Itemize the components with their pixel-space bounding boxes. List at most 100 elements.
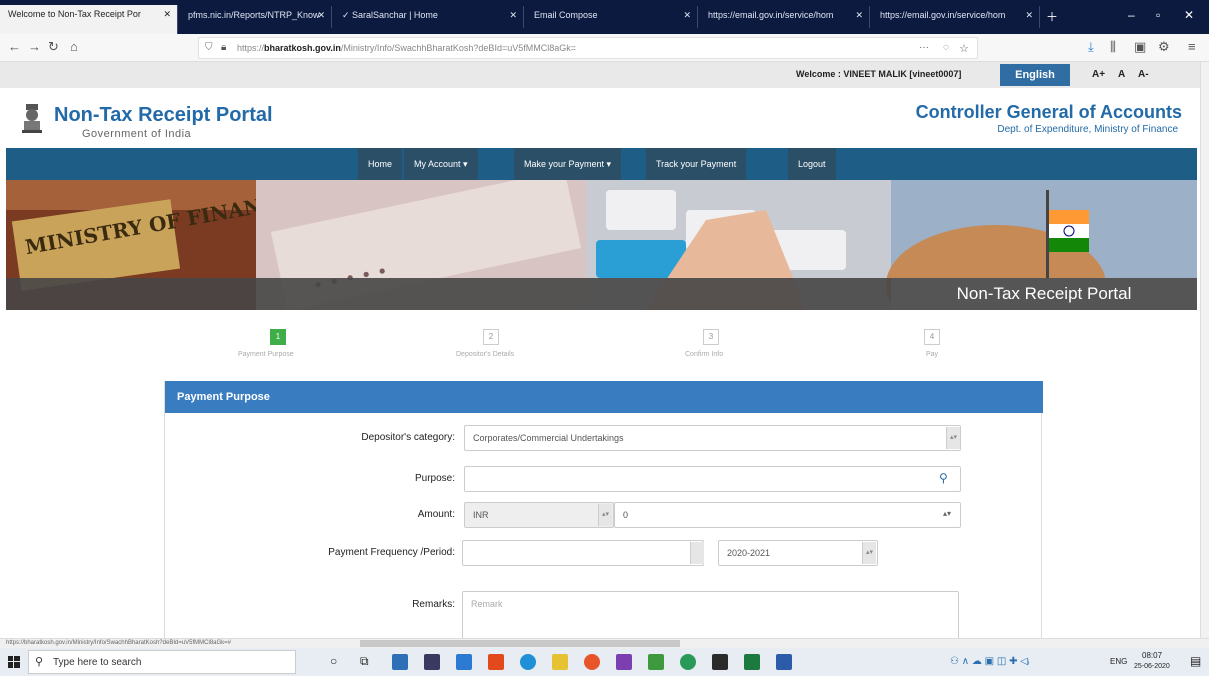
tab-email-2[interactable]: https://email.gov.in/service/hom ✕ — [872, 6, 1040, 28]
menu-track-payment[interactable]: Track your Payment — [646, 148, 747, 180]
extension-icon[interactable]: ⚙ — [1158, 39, 1170, 55]
horizontal-scrollbar[interactable] — [360, 640, 680, 647]
chrome-app-icon[interactable] — [680, 654, 696, 670]
explorer-app-icon[interactable] — [552, 654, 568, 670]
more-actions-icon[interactable]: ··· — [919, 42, 929, 53]
font-decrease-button[interactable]: A- — [1138, 69, 1149, 80]
step-2-label: Depositor's Details — [456, 351, 515, 358]
browser-nav-bar: ← → ↻ ⌂ ⛉ 🔒︎ https://bharatkosh.gov.in/M… — [0, 34, 1209, 62]
font-normal-button[interactable]: A — [1118, 69, 1125, 80]
step-4-icon: 4 — [924, 329, 940, 345]
word-app-icon[interactable] — [776, 654, 792, 670]
cga-subtitle: Dept. of Expenditure, Ministry of Financ… — [997, 124, 1178, 135]
menu-home[interactable]: Home — [358, 148, 403, 180]
font-increase-button[interactable]: A+ — [1092, 69, 1105, 80]
mail-app-icon[interactable] — [392, 654, 408, 670]
tray-icons[interactable]: ⚇ ∧ ☁ ▣ ◫ ✚ ◁ᵢ — [950, 656, 1030, 667]
close-icon[interactable]: ✕ — [163, 9, 171, 20]
library-icon[interactable]: ⫼ — [1110, 39, 1116, 55]
amount-label: Amount: — [417, 509, 455, 520]
progress-stepper: 1 Payment Purpose 2 Depositor's Details … — [0, 322, 1200, 372]
browser-tab-strip: Welcome to Non-Tax Receipt Por ✕ pfms.ni… — [0, 0, 1209, 34]
minimize-icon[interactable]: – — [1128, 8, 1135, 22]
language-button[interactable]: English — [1000, 64, 1070, 86]
office-app-icon[interactable] — [488, 654, 504, 670]
tab-saralsanchar[interactable]: ✓ SaralSanchar | Home ✕ — [334, 6, 524, 28]
download-icon[interactable]: ⤓ — [1088, 39, 1094, 55]
back-icon[interactable]: ← — [8, 39, 21, 54]
task-view-icon[interactable]: ⧉ — [360, 654, 369, 669]
close-icon[interactable]: ✕ — [855, 10, 863, 21]
notification-icon[interactable]: ▤ — [1190, 654, 1201, 668]
amount-input[interactable]: 0 — [614, 502, 961, 528]
frequency-label: Payment Frequency /Period: — [328, 547, 455, 558]
sidebar-icon[interactable]: ▣ — [1134, 39, 1146, 55]
menu-my-account[interactable]: My Account ▾ — [404, 148, 478, 180]
firefox-app-icon[interactable] — [584, 654, 600, 670]
taskbar-search[interactable]: ⚲ Type here to search — [28, 650, 296, 674]
tab-ntrp[interactable]: Welcome to Non-Tax Receipt Por ✕ — [0, 5, 178, 34]
window-close-icon[interactable]: ✕ — [1184, 8, 1194, 22]
tab-label: Welcome to Non-Tax Receipt Por — [8, 9, 141, 19]
app-icon[interactable] — [648, 654, 664, 670]
cortana-icon[interactable]: ○ — [330, 654, 337, 668]
new-tab-icon[interactable]: ＋ — [1046, 8, 1058, 25]
step-3-label: Confirm Info — [685, 351, 724, 358]
remarks-textarea[interactable]: Remark — [462, 591, 959, 641]
forward-icon[interactable]: → — [28, 39, 41, 54]
close-icon[interactable]: ✕ — [509, 10, 517, 21]
close-icon[interactable]: ✕ — [1025, 10, 1033, 21]
search-icon[interactable]: ⚲ — [939, 471, 948, 485]
dropbox-app-icon[interactable] — [424, 654, 440, 670]
chevron-updown-icon[interactable]: ▴▾ — [946, 427, 960, 449]
tab-email-1[interactable]: https://email.gov.in/service/hom ✕ — [700, 6, 870, 28]
page-scrollbar[interactable] — [1200, 62, 1209, 638]
menu-logout[interactable]: Logout — [788, 148, 836, 180]
main-menu: Home My Account ▾ Make your Payment ▾ Tr… — [6, 148, 1197, 180]
close-icon[interactable]: ✕ — [317, 10, 325, 21]
windows-start-icon[interactable] — [8, 656, 20, 668]
tray-language[interactable]: ENG — [1110, 657, 1127, 666]
excel-app-icon[interactable] — [744, 654, 760, 670]
pocket-icon[interactable]: ◌ — [943, 42, 949, 53]
menu-icon[interactable]: ≡ — [1188, 39, 1196, 54]
chevron-updown-icon[interactable]: ▴▾ — [862, 542, 876, 564]
bookmark-star-icon[interactable]: ☆ — [959, 42, 969, 55]
step-2-icon: 2 — [483, 329, 499, 345]
edge-app-icon[interactable] — [520, 654, 536, 670]
emblem-icon — [22, 104, 42, 133]
tab-pfms[interactable]: pfms.nic.in/Reports/NTRP_Know ✕ — [180, 6, 332, 28]
app-icon[interactable] — [456, 654, 472, 670]
category-select[interactable]: Corporates/Commercial Undertakings — [464, 425, 961, 451]
reload-icon[interactable]: ↻ — [48, 39, 59, 55]
close-icon[interactable]: ✕ — [683, 10, 691, 21]
lock-icon: 🔒︎ — [221, 42, 227, 53]
chevron-updown-icon[interactable] — [690, 542, 704, 564]
amount-value: 0 — [623, 510, 629, 520]
frequency-select[interactable] — [462, 540, 704, 566]
menu-make-payment[interactable]: Make your Payment ▾ — [514, 148, 622, 180]
tab-label: https://email.gov.in/service/hom — [880, 10, 1006, 20]
purpose-input[interactable] — [464, 466, 961, 492]
currency-value: INR — [473, 510, 489, 520]
remarks-label: Remarks: — [412, 599, 455, 610]
banner-image: MINISTRY OF FINANCE • • • • • Non-Tax Re… — [6, 180, 1197, 310]
tab-email-compose[interactable]: Email Compose ✕ — [526, 6, 698, 28]
clock-date[interactable]: 25-06-2020 — [1134, 663, 1170, 670]
maximize-icon[interactable]: ▫ — [1156, 8, 1160, 22]
spinner-icon[interactable]: ▴▾ — [943, 509, 951, 518]
clock-time[interactable]: 08:07 — [1142, 651, 1162, 660]
chevron-updown-icon[interactable]: ▴▾ — [598, 504, 612, 526]
banner-label: Non-Tax Receipt Portal — [891, 278, 1197, 310]
welcome-text: Welcome : VINEET MALIK [vineet0007] — [796, 69, 962, 79]
step-4-label: Pay — [926, 351, 939, 358]
app-icon[interactable] — [712, 654, 728, 670]
address-bar[interactable]: ⛉ 🔒︎ https://bharatkosh.gov.in/Ministry/… — [198, 37, 978, 59]
app-icon[interactable] — [616, 654, 632, 670]
site-top-bar: Welcome : VINEET MALIK [vineet0007] Engl… — [0, 62, 1200, 88]
currency-select[interactable]: INR — [464, 502, 614, 528]
remarks-placeholder: Remark — [471, 599, 503, 609]
shield-icon: ⛉ — [205, 42, 213, 53]
home-icon[interactable]: ⌂ — [70, 39, 78, 54]
period-select[interactable]: 2020-2021 — [718, 540, 878, 566]
